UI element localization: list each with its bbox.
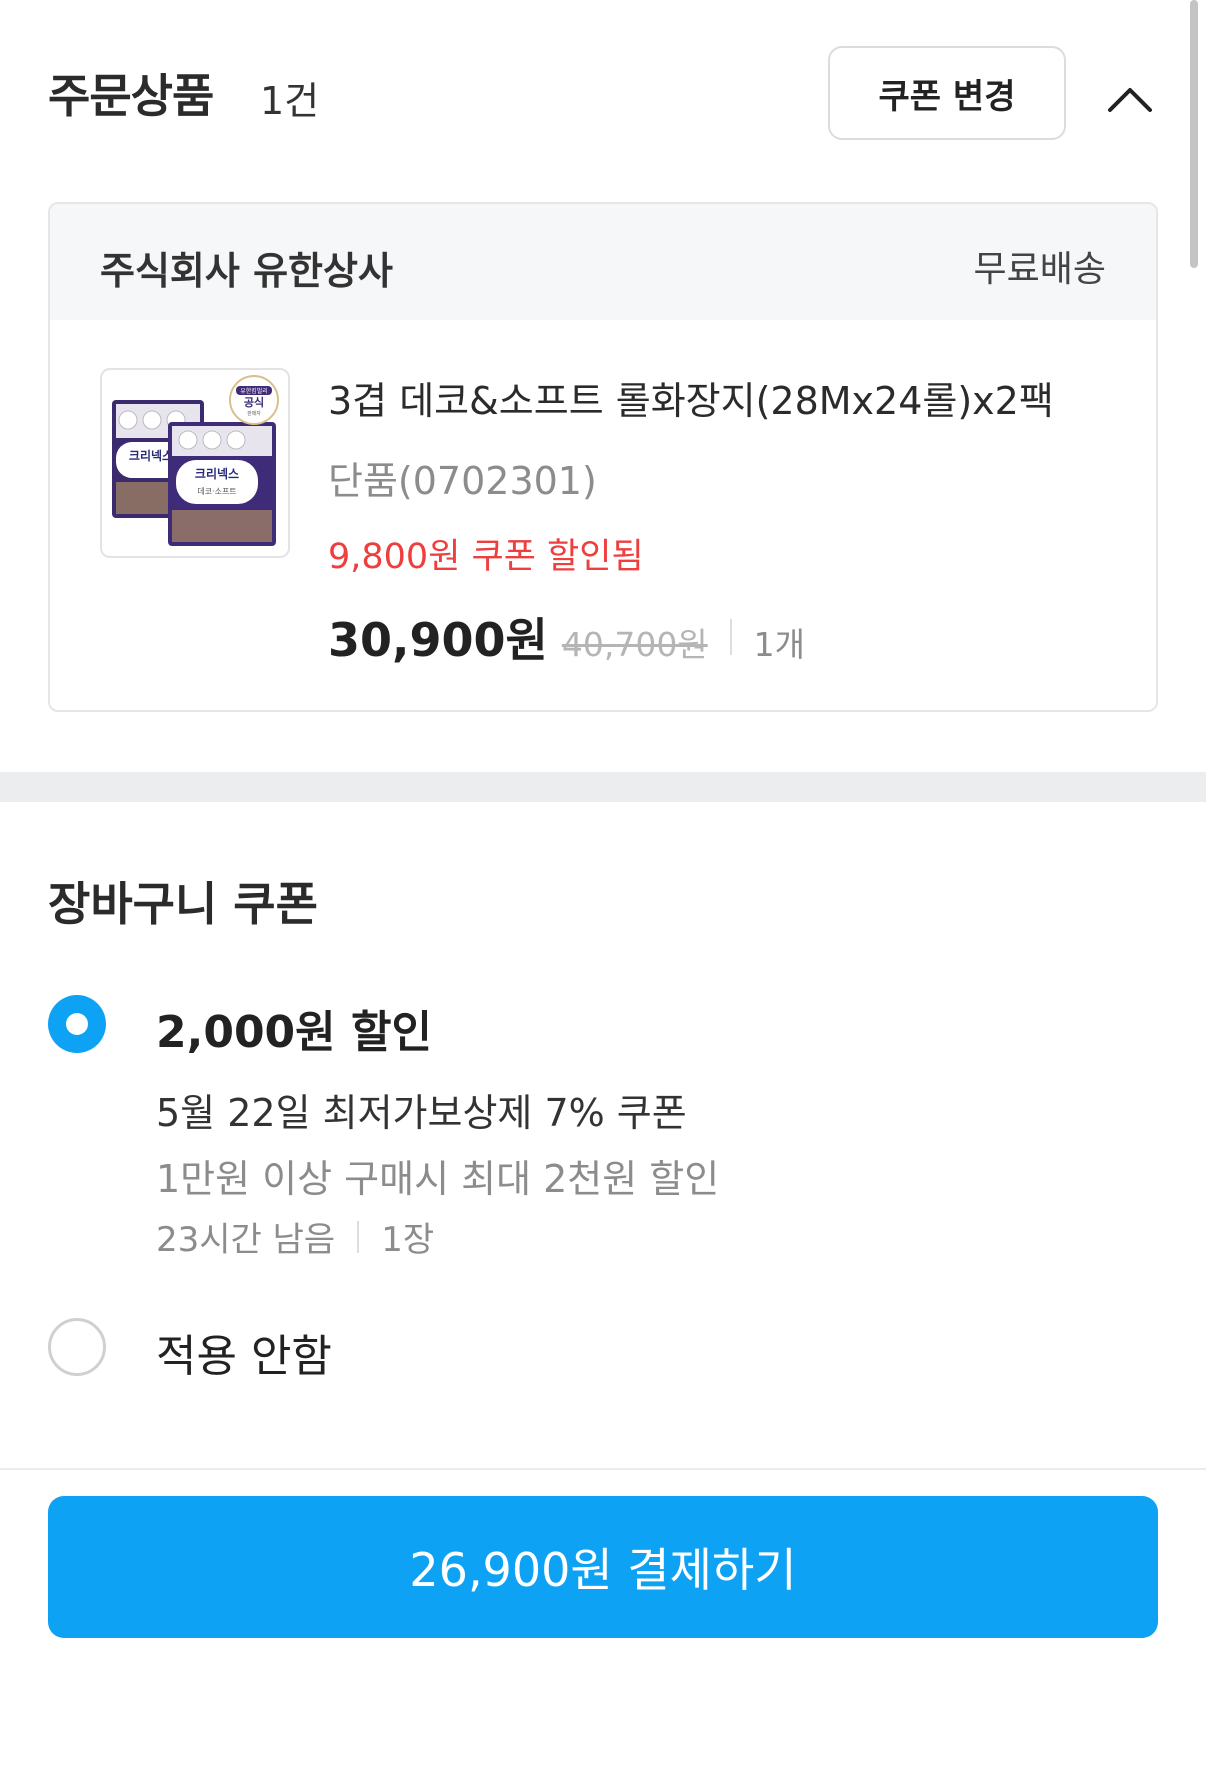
shipping-info: 무료배송 <box>973 249 1106 290</box>
product-thumbnail[interactable]: 크리넥스 크리넥스 데코·소프트 유한킴벌리 공식 판매자 <box>100 368 290 558</box>
coupon-discount-amount[interactable]: 2,000원 할인 <box>156 996 432 1060</box>
coupon-remaining-time: 23시간 남음 <box>156 1220 336 1260</box>
basket-coupon-title: 장바구니 쿠폰 <box>48 877 318 931</box>
order-item-count: 1건 <box>260 79 320 123</box>
svg-text:크리넥스: 크리넥스 <box>129 448 173 463</box>
footer-divider <box>0 1468 1206 1470</box>
checkout-button[interactable]: 26,900원 결제하기 <box>48 1496 1158 1638</box>
svg-text:데코·소프트: 데코·소프트 <box>197 487 236 496</box>
coupon-condition: 1만원 이상 구매시 최대 2천원 할인 <box>156 1157 720 1201</box>
original-price: 40,700원 <box>561 625 708 664</box>
coupon-radio-none[interactable] <box>48 1318 106 1376</box>
scrollbar[interactable] <box>1190 0 1198 268</box>
svg-text:크리넥스: 크리넥스 <box>195 466 239 481</box>
coupon-name: 5월 22일 최저가보상제 7% 쿠폰 <box>156 1091 687 1135</box>
svg-text:공식: 공식 <box>244 395 264 409</box>
svg-text:유한킴벌리: 유한킴벌리 <box>240 387 268 395</box>
seller-name: 주식회사 유한상사 <box>100 249 393 293</box>
order-section-title: 주문상품 <box>48 69 214 123</box>
price-separator <box>729 619 732 655</box>
coupon-meta: 23시간 남음 1장 <box>156 1212 434 1261</box>
coupon-change-button[interactable]: 쿠폰 변경 <box>828 46 1066 140</box>
order-product-card: 주식회사 유한상사 무료배송 크리넥스 크리넥스 데코·소프트 유한킴벌리 공식… <box>48 202 1158 712</box>
price-row: 30,900원 40,700원 1개 <box>328 604 805 670</box>
coupon-radio-selected[interactable] <box>48 995 106 1053</box>
sale-price: 30,900원 <box>328 613 548 667</box>
product-coupon-discount: 9,800원 쿠폰 할인됨 <box>328 537 644 577</box>
product-option: 단품(0702301) <box>328 459 597 503</box>
chevron-up-icon[interactable] <box>1100 70 1160 130</box>
no-coupon-label[interactable]: 적용 안함 <box>156 1320 332 1384</box>
svg-text:판매자: 판매자 <box>247 410 261 417</box>
coupon-count: 1장 <box>381 1220 435 1260</box>
product-quantity: 1개 <box>753 625 806 664</box>
radio-dot-icon <box>66 1013 88 1035</box>
meta-separator <box>357 1220 360 1253</box>
section-divider <box>0 772 1206 802</box>
seller-header: 주식회사 유한상사 무료배송 <box>50 204 1156 320</box>
product-name[interactable]: 3겹 데코&소프트 롤화장지(28Mx24롤)x2팩 <box>328 370 1054 425</box>
